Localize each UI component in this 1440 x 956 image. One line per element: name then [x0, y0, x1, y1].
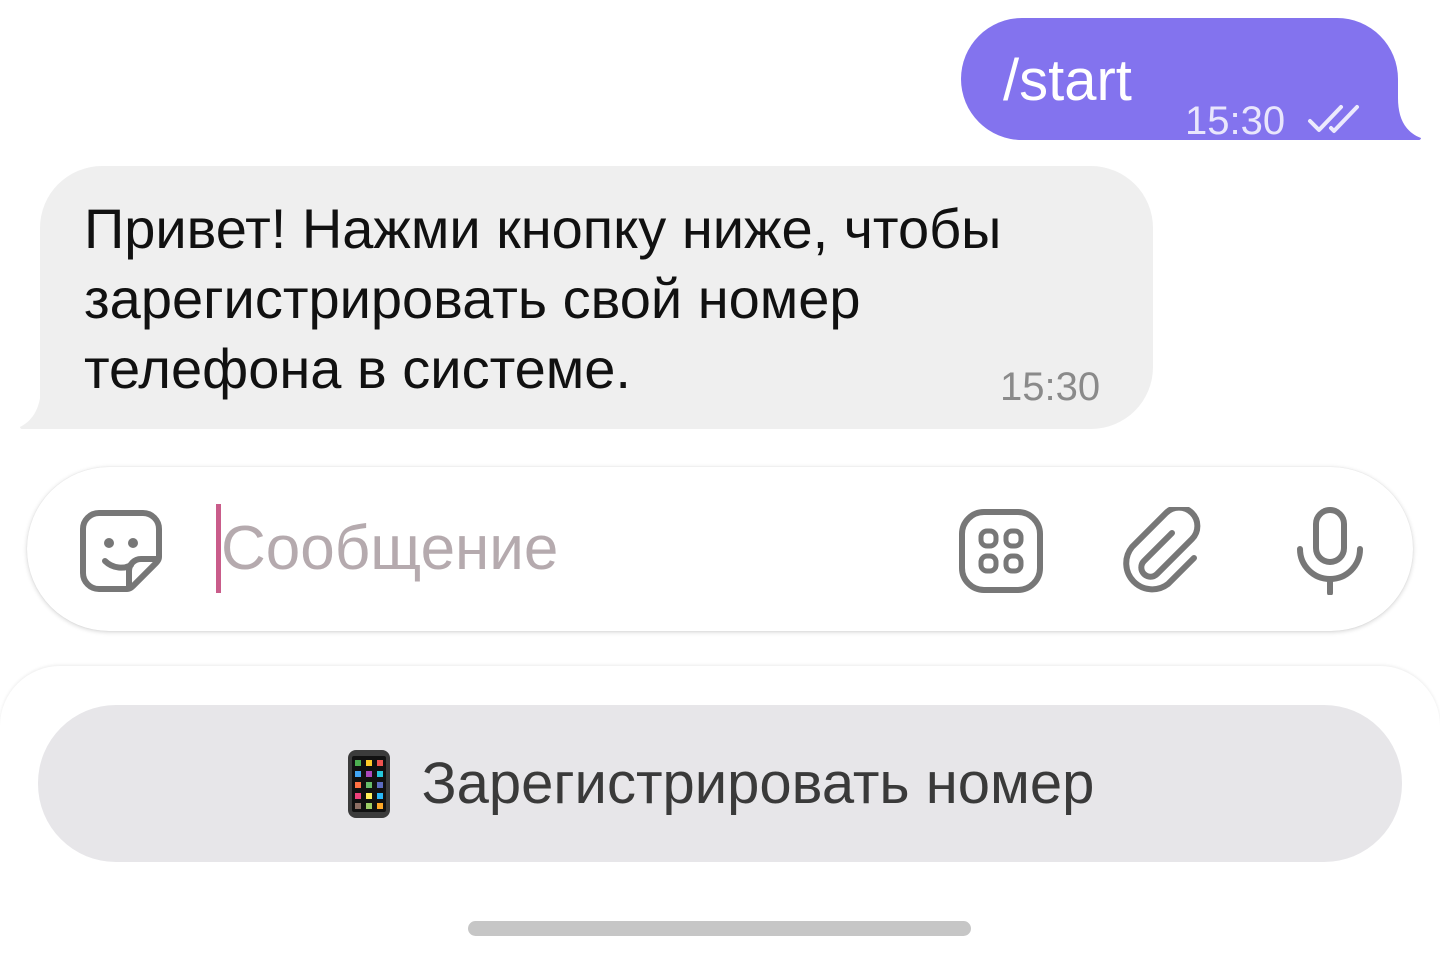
register-number-button-label: Зарегистрировать номер: [421, 751, 1095, 816]
register-number-button-content: Зарегистрировать номер: [38, 705, 1402, 862]
incoming-message-text: Привет! Нажми кнопку ниже, чтобы зарегис…: [84, 197, 1002, 400]
bot-menu-icon[interactable]: [957, 507, 1045, 595]
message-composer[interactable]: Сообщение: [27, 467, 1413, 631]
microphone-icon[interactable]: [1286, 507, 1374, 595]
message-input[interactable]: Сообщение: [221, 513, 558, 585]
outgoing-message-time: 15:30: [1185, 99, 1286, 143]
double-check-icon: [1308, 105, 1359, 133]
incoming-message-time: 15:30: [1000, 365, 1101, 409]
home-indicator[interactable]: [468, 921, 971, 936]
sticker-icon[interactable]: [77, 507, 165, 595]
incoming-message[interactable]: Привет! Нажми кнопку ниже, чтобы зарегис…: [40, 166, 1153, 429]
mobile-phone-icon: [347, 749, 390, 818]
register-number-button[interactable]: Зарегистрировать номер: [38, 705, 1402, 862]
paperclip-icon[interactable]: [1120, 507, 1208, 595]
chat-screen: /start 15:30 Привет! Нажми кнопку ниже, …: [0, 0, 1440, 956]
outgoing-message-text: /start: [1003, 48, 1132, 113]
outgoing-message[interactable]: /start 15:30: [961, 18, 1398, 143]
